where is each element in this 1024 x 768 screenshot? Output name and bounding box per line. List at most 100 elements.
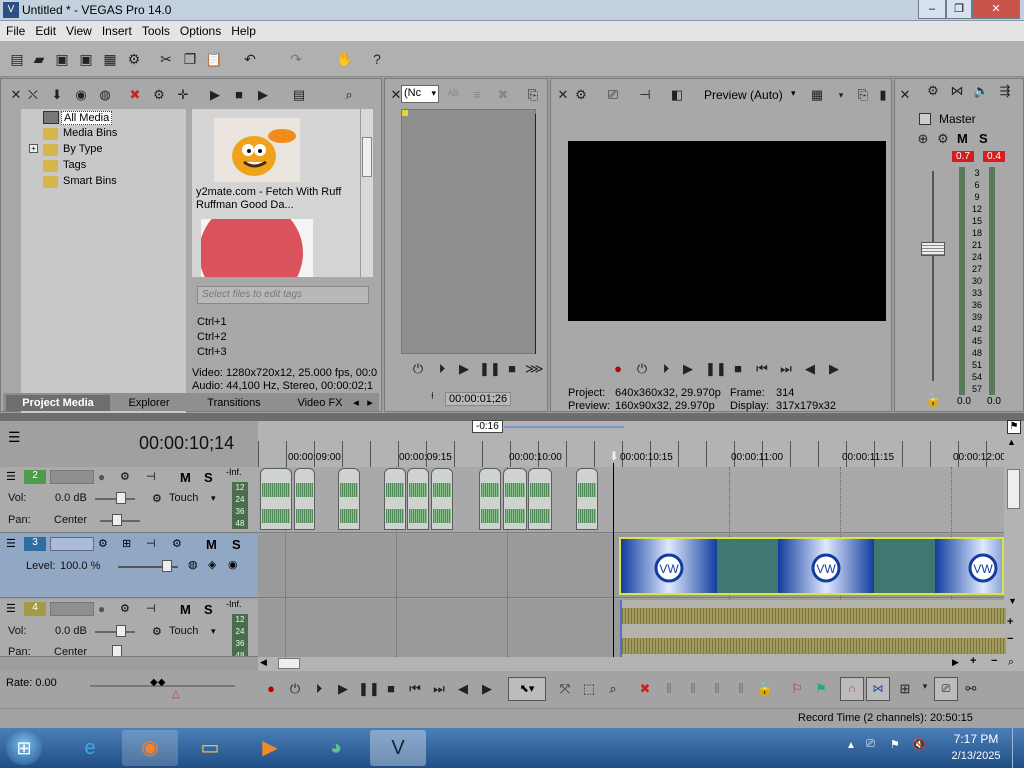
- pause-icon[interactable]: ❚❚: [705, 361, 727, 377]
- trim-icon[interactable]: ⫴: [684, 681, 702, 697]
- master-fader-thumb[interactable]: [921, 242, 945, 256]
- next-frame-icon[interactable]: ▶: [478, 681, 496, 697]
- delete-icon[interactable]: ✖: [127, 87, 143, 103]
- tree-item-by-type[interactable]: By Type: [63, 143, 103, 155]
- rate-slider-thumb[interactable]: ◆◆: [150, 677, 165, 688]
- loop-icon[interactable]: ⏻: [633, 361, 651, 377]
- view-options-icon[interactable]: ▤: [291, 87, 307, 103]
- auto-preview-icon[interactable]: ✛: [175, 87, 191, 103]
- trim-list-icon[interactable]: ≡: [469, 87, 485, 103]
- chevron-down-icon[interactable]: ▾: [211, 626, 216, 637]
- save-as-icon[interactable]: ▣: [77, 50, 95, 68]
- audio-event[interactable]: [294, 468, 315, 530]
- zoom-tool-icon[interactable]: ⌕: [1008, 656, 1014, 669]
- tags-input[interactable]: Select files to edit tags: [197, 286, 369, 304]
- render-icon[interactable]: ▦: [101, 50, 119, 68]
- file-explorer-icon[interactable]: ▭: [182, 730, 238, 766]
- menu-insert[interactable]: Insert: [96, 21, 136, 38]
- previous-frame-icon[interactable]: ◀: [454, 681, 472, 697]
- stop-icon[interactable]: ■: [382, 681, 400, 696]
- track-fx-icon[interactable]: ⚙: [120, 602, 130, 615]
- scroll-thumb[interactable]: [362, 137, 372, 177]
- vol-slider[interactable]: [95, 498, 135, 500]
- audio-event[interactable]: [384, 468, 406, 530]
- track-number[interactable]: 2: [24, 470, 46, 484]
- level-slider-thumb[interactable]: [162, 560, 172, 572]
- play-from-start-icon[interactable]: ⏵: [657, 361, 675, 377]
- vegas-taskbar-icon[interactable]: V: [370, 730, 426, 766]
- marker-icon[interactable]: ⚐: [788, 681, 806, 697]
- maximize-button[interactable]: ❐: [946, 0, 972, 19]
- zoom-in-icon[interactable]: +: [1007, 616, 1013, 628]
- arm-record-icon[interactable]: ●: [98, 470, 105, 484]
- tree-item-media-bins[interactable]: Media Bins: [63, 127, 117, 139]
- panel-close-icon[interactable]: ✕: [897, 87, 913, 103]
- track-menu-icon[interactable]: ☰: [6, 537, 16, 550]
- track-name-field[interactable]: [50, 537, 94, 551]
- auto-play-icon[interactable]: ▶: [255, 87, 271, 103]
- downmix-icon[interactable]: ⇶: [997, 83, 1013, 99]
- close-button[interactable]: ✕: [972, 0, 1020, 19]
- automation-mode[interactable]: Touch: [169, 492, 198, 504]
- speaker-icon[interactable]: 🔈: [973, 83, 989, 99]
- vol-slider-thumb[interactable]: [116, 492, 126, 504]
- play-icon[interactable]: ▶: [679, 361, 697, 377]
- open-icon[interactable]: ▰: [30, 50, 48, 68]
- tree-item-all-media[interactable]: All Media: [61, 111, 113, 125]
- audio-event[interactable]: [503, 468, 527, 530]
- action-center-flag-icon[interactable]: ⚑: [890, 738, 900, 751]
- tab-explorer[interactable]: Explorer: [116, 395, 182, 411]
- play-from-start-icon[interactable]: ⏵: [310, 681, 328, 697]
- go-to-end-icon[interactable]: ⏭: [430, 681, 448, 697]
- video-event[interactable]: VW VW VW: [619, 537, 1004, 595]
- timeline-ruler[interactable]: -0:16 00:00:09:00 00:00:09:15 00:00:10:0…: [258, 420, 1006, 467]
- save-snapshot-icon[interactable]: ▮: [875, 87, 891, 103]
- pan-slider-thumb[interactable]: [112, 514, 122, 526]
- pause-icon[interactable]: ❚❚: [358, 681, 380, 697]
- fx-gear-icon[interactable]: ⚙: [935, 131, 951, 147]
- scroll-down-icon[interactable]: ▼: [1008, 596, 1017, 606]
- media-fx-icon[interactable]: ⚙: [151, 87, 167, 103]
- preview-properties-icon[interactable]: ⚙: [573, 87, 589, 103]
- composite-mode-icon[interactable]: ◍: [188, 558, 198, 571]
- loop-icon[interactable]: ⏻: [409, 361, 427, 377]
- scroll-thumb[interactable]: [1007, 469, 1020, 509]
- internet-explorer-icon[interactable]: e: [62, 730, 118, 766]
- copy-frame-icon[interactable]: ⎘: [525, 87, 541, 103]
- abc-icon[interactable]: ᴬᴮ: [445, 87, 461, 103]
- track-number[interactable]: 3: [24, 537, 46, 551]
- track-solo-button[interactable]: S: [204, 470, 213, 485]
- copy-snapshot-icon[interactable]: ⎘: [855, 87, 871, 103]
- track-mute-button[interactable]: M: [206, 537, 217, 552]
- hand-icon[interactable]: ✋: [336, 50, 354, 68]
- external-monitor-icon[interactable]: ⎚: [605, 87, 621, 103]
- audio-event[interactable]: [479, 468, 501, 530]
- firefox-icon[interactable]: ◉: [122, 730, 178, 766]
- audio-event[interactable]: [338, 468, 360, 530]
- normal-edit-tool-icon[interactable]: ⬉▾: [508, 677, 546, 701]
- child-composite-icon[interactable]: ◉: [228, 558, 238, 571]
- pause-icon[interactable]: ❚❚: [479, 361, 501, 377]
- trim-end-icon[interactable]: ⫴: [708, 681, 726, 697]
- chevron-down-icon[interactable]: ▾: [916, 681, 934, 692]
- master-mute-button[interactable]: M: [957, 131, 968, 146]
- record-icon[interactable]: ●: [262, 681, 280, 696]
- track-solo-button[interactable]: S: [232, 537, 241, 552]
- timeline-vertical-scrollbar[interactable]: ⚑ ▲ ▼ + −: [1004, 420, 1024, 657]
- menu-options[interactable]: Options: [174, 21, 225, 38]
- region-icon[interactable]: ⚑: [812, 681, 830, 697]
- audio-event[interactable]: [431, 468, 453, 530]
- trimmer-select[interactable]: (Nc ▾: [401, 85, 439, 103]
- network-icon[interactable]: ⎚: [866, 738, 875, 751]
- envelope-tool-icon[interactable]: ⤧: [556, 681, 574, 697]
- scroll-left-icon[interactable]: ◀: [260, 657, 267, 668]
- ripple-edit-icon[interactable]: ⊞: [896, 681, 914, 697]
- save-icon[interactable]: ▣: [53, 50, 71, 68]
- panel-close-icon[interactable]: ✕: [8, 87, 24, 103]
- track-solo-button[interactable]: S: [204, 602, 213, 617]
- track-menu-icon[interactable]: ☰: [6, 470, 16, 483]
- menu-help[interactable]: Help: [225, 21, 260, 38]
- play-icon[interactable]: ▶: [334, 681, 352, 697]
- snapping-magnet-icon[interactable]: ∩: [840, 677, 864, 701]
- vol-slider-thumb[interactable]: [116, 625, 126, 637]
